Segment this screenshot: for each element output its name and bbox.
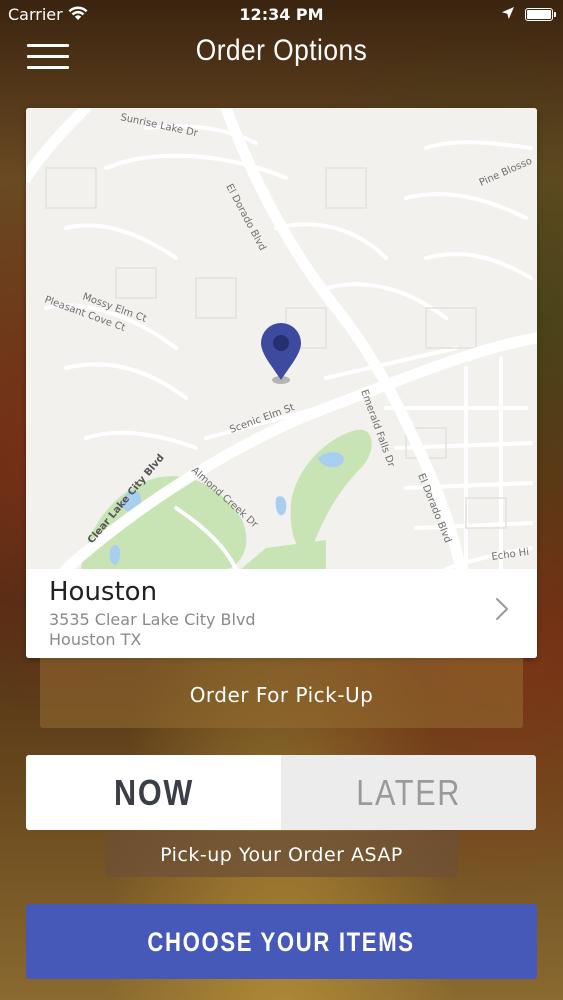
toggle-now-label: NOW <box>113 772 194 813</box>
time-hint: Pick-up Your Order ASAP <box>105 831 458 877</box>
page-title: Order Options <box>195 34 368 67</box>
choose-items-label: CHOOSE YOUR ITEMS <box>147 927 416 957</box>
battery-icon <box>525 8 556 21</box>
status-time: 12:34 PM <box>239 5 324 24</box>
nav-bar: Order Options <box>0 30 563 80</box>
location-name: Houston <box>49 577 158 607</box>
order-type-label[interactable]: Order For Pick-Up <box>40 658 523 728</box>
map-view[interactable]: Sunrise Lake Dr Pine Blosso El Dorado Bl… <box>26 108 537 569</box>
location-card: Sunrise Lake Dr Pine Blosso El Dorado Bl… <box>26 108 537 658</box>
location-info[interactable]: Houston 3535 Clear Lake City Blvd Housto… <box>26 569 537 658</box>
status-bar: Carrier 12:34 PM <box>0 0 563 30</box>
toggle-now-button[interactable]: NOW <box>26 755 281 830</box>
chevron-right-icon <box>496 598 508 620</box>
location-address-line1: 3535 Clear Lake City Blvd <box>49 610 256 629</box>
toggle-later-button[interactable]: LATER <box>281 755 536 830</box>
choose-items-button[interactable]: CHOOSE YOUR ITEMS <box>26 904 537 979</box>
location-arrow-icon <box>502 7 514 19</box>
toggle-later-label: LATER <box>356 772 461 813</box>
time-toggle: NOW LATER <box>26 755 536 830</box>
location-address-line2: Houston TX <box>49 630 142 649</box>
